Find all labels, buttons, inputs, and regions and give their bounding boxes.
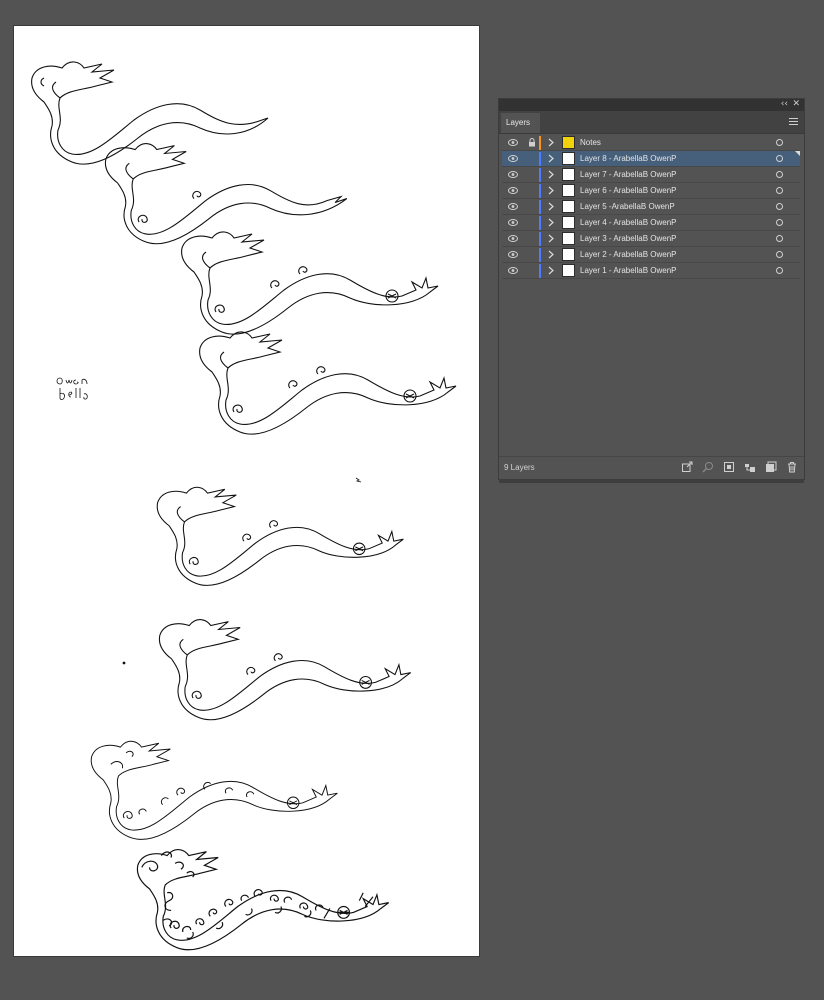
new-sublayer-icon[interactable]: [744, 461, 756, 473]
layer-row-1[interactable]: Layer 1 - ArabellaB OwenP: [502, 263, 800, 279]
layer-thumbnail: [562, 216, 575, 229]
eye-icon[interactable]: [508, 251, 518, 258]
eye-icon[interactable]: [508, 171, 518, 178]
layer-name[interactable]: Layer 6 - ArabellaB OwenP: [580, 186, 677, 195]
panel-resize-handle[interactable]: [499, 480, 804, 483]
layer-row-3[interactable]: Layer 3 - ArabellaB OwenP: [502, 231, 800, 247]
layer-thumbnail: [562, 136, 575, 149]
layer-name[interactable]: Layer 2 - ArabellaB OwenP: [580, 250, 677, 259]
layer-thumbnail: [562, 200, 575, 213]
target-circle-icon[interactable]: [776, 203, 783, 210]
layer-name[interactable]: Notes: [580, 138, 601, 147]
layer-name[interactable]: Layer 8 - ArabellaB OwenP: [580, 154, 677, 163]
layer-name[interactable]: Layer 7 - ArabellaB OwenP: [580, 170, 677, 179]
layer-thumbnail: [562, 168, 575, 181]
artboard[interactable]: [14, 26, 479, 956]
layers-panel: ‹‹ ✕ Layers Notes Layer 8 - ArabellaB Ow…: [498, 98, 805, 483]
layer-color-bar: [539, 232, 541, 246]
eye-icon[interactable]: [508, 267, 518, 274]
layer-row-4[interactable]: Layer 4 - ArabellaB OwenP: [502, 215, 800, 231]
close-icon[interactable]: ✕: [792, 98, 800, 110]
chevron-right-icon[interactable]: [548, 186, 554, 195]
layer-color-bar: [539, 264, 541, 278]
layer-name[interactable]: Layer 1 - ArabellaB OwenP: [580, 266, 677, 275]
chevron-right-icon[interactable]: [548, 234, 554, 243]
eye-icon[interactable]: [508, 219, 518, 226]
target-circle-icon[interactable]: [776, 187, 783, 194]
eye-icon[interactable]: [508, 235, 518, 242]
layer-color-bar: [539, 136, 541, 150]
target-circle-icon[interactable]: [776, 139, 783, 146]
layer-name[interactable]: Layer 3 - ArabellaB OwenP: [580, 234, 677, 243]
trash-icon[interactable]: [786, 461, 798, 473]
layer-row-5[interactable]: Layer 5 -ArabellaB OwenP: [502, 199, 800, 215]
export-icon[interactable]: [681, 461, 693, 473]
dragon-drawings: [31, 61, 457, 951]
target-circle-icon[interactable]: [776, 171, 783, 178]
chevron-right-icon[interactable]: [548, 266, 554, 275]
hamburger-menu-icon[interactable]: [789, 118, 798, 125]
eye-icon[interactable]: [508, 203, 518, 210]
selected-corner-indicator: [795, 151, 800, 156]
layer-name[interactable]: Layer 4 - ArabellaB OwenP: [580, 218, 677, 227]
layer-row-7[interactable]: Layer 7 - ArabellaB OwenP: [502, 167, 800, 183]
layer-color-bar: [539, 200, 541, 214]
eye-icon[interactable]: [508, 139, 518, 146]
chevron-right-icon[interactable]: [548, 138, 554, 147]
layer-color-bar: [539, 168, 541, 182]
layer-row-2[interactable]: Layer 2 - ArabellaB OwenP: [502, 247, 800, 263]
layer-name[interactable]: Layer 5 -ArabellaB OwenP: [580, 202, 675, 211]
new-layer-icon[interactable]: [765, 461, 777, 473]
layer-thumbnail: [562, 264, 575, 277]
layer-thumbnail: [562, 152, 575, 165]
target-circle-icon[interactable]: [776, 267, 783, 274]
layer-thumbnail: [562, 184, 575, 197]
panel-footer: 9 Layers: [499, 456, 804, 479]
layer-thumbnail: [562, 248, 575, 261]
layer-list: Notes Layer 8 - ArabellaB OwenP Layer 7 …: [502, 135, 800, 279]
layer-color-bar: [539, 216, 541, 230]
make-clipping-mask-icon[interactable]: [723, 461, 735, 473]
tab-layers[interactable]: Layers: [501, 113, 540, 133]
layer-thumbnail: [562, 232, 575, 245]
layer-color-bar: [539, 184, 541, 198]
target-circle-icon[interactable]: [776, 251, 783, 258]
chevron-right-icon[interactable]: [548, 202, 554, 211]
target-circle-icon[interactable]: [776, 235, 783, 242]
panel-tab-row: Layers: [499, 111, 804, 134]
locate-object-icon[interactable]: [702, 461, 714, 473]
layer-color-bar: [539, 248, 541, 262]
chevron-right-icon[interactable]: [548, 250, 554, 259]
panel-title-bar[interactable]: ‹‹ ✕: [499, 99, 804, 111]
double-chevron-left-icon[interactable]: ‹‹: [781, 98, 788, 110]
eye-icon[interactable]: [508, 155, 518, 162]
layer-row-notes[interactable]: Notes: [502, 135, 800, 151]
layer-color-bar: [539, 152, 541, 166]
lock-icon[interactable]: [528, 138, 536, 147]
eye-icon[interactable]: [508, 187, 518, 194]
target-circle-icon[interactable]: [776, 219, 783, 226]
target-circle-icon[interactable]: [776, 155, 783, 162]
layer-row-8[interactable]: Layer 8 - ArabellaB OwenP: [502, 151, 800, 167]
layer-count: 9 Layers: [504, 463, 535, 472]
chevron-right-icon[interactable]: [548, 170, 554, 179]
layer-row-6[interactable]: Layer 6 - ArabellaB OwenP: [502, 183, 800, 199]
chevron-right-icon[interactable]: [548, 154, 554, 163]
chevron-right-icon[interactable]: [548, 218, 554, 227]
